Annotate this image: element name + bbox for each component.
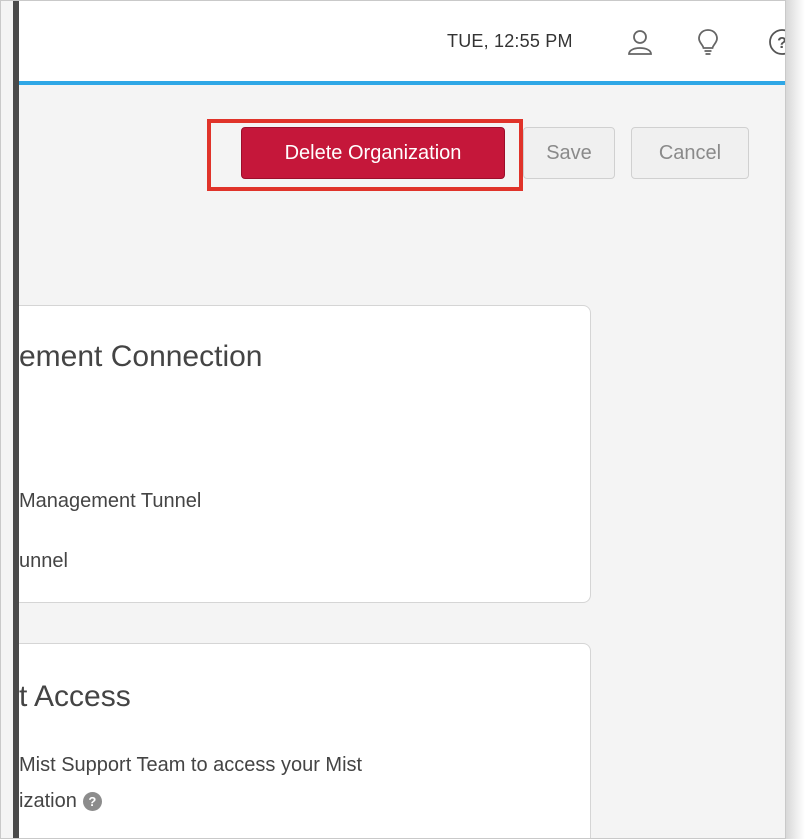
app-window: TUE, 12:55 PM ? Delete Organization Save… [0,0,786,839]
cancel-button[interactable]: Cancel [631,127,749,179]
header-accent-line [19,81,785,85]
datetime-display: TUE, 12:55 PM [447,31,573,51]
support-access-text: ization [19,790,77,812]
card-title: t Access [19,680,131,713]
question-icon[interactable]: ? [82,792,102,812]
management-tunnel-option[interactable]: Management Tunnel [19,490,201,513]
support-access-card: t Access Mist Support Team to access you… [19,643,591,838]
card-title: ement Connection [19,340,263,373]
user-icon[interactable] [623,25,657,59]
svg-text:?: ? [777,35,786,52]
tunnel-option[interactable]: unnel [19,550,68,573]
window-shadow [786,0,805,839]
support-access-description: Mist Support Team to access your Mist [19,754,363,776]
help-icon[interactable]: ? [765,25,786,59]
save-button[interactable]: Save [523,127,615,179]
delete-organization-button[interactable]: Delete Organization [241,127,505,179]
top-bar: TUE, 12:55 PM ? [19,1,785,81]
management-connection-card: ement Connection Management Tunnel unnel [19,305,591,603]
support-access-description-line2: ization? [19,790,102,813]
lightbulb-icon[interactable] [691,25,725,59]
